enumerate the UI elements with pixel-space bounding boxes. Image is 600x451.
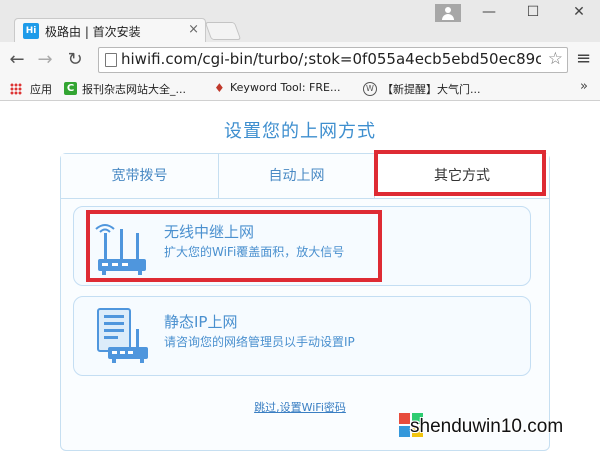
bookmark-apps[interactable]: 应用: [30, 81, 52, 97]
highlight-box-other-tab: [374, 150, 546, 196]
tab-pppoe[interactable]: 宽带拨号: [61, 154, 219, 198]
arrow-right-icon[interactable]: →: [34, 49, 56, 70]
page-icon: [105, 53, 117, 67]
bookmark-c-icon: C: [64, 82, 77, 95]
url-text[interactable]: hiwifi.com/cgi-bin/turbo/;stok=0f055a4ec…: [121, 50, 541, 68]
wordpress-icon: W: [363, 82, 377, 96]
close-window-icon[interactable]: ✕: [568, 4, 590, 20]
page-title: 设置您的上网方式: [224, 121, 376, 142]
browser-toolbar: ← → ↻ hiwifi.com/cgi-bin/turbo/;stok=0f0…: [0, 42, 600, 79]
tab-auto[interactable]: 自动上网: [219, 154, 375, 198]
option-description: 请咨询您的网络管理员以手动设置IP: [164, 335, 355, 349]
address-bar[interactable]: hiwifi.com/cgi-bin/turbo/;stok=0f055a4ec…: [98, 47, 568, 73]
browser-titlebar: Hi 极路由 | 首次安装 × — ☐ ✕: [0, 0, 600, 43]
bookmark-item[interactable]: 【新提醒】大气门...: [382, 81, 481, 97]
new-tab-button[interactable]: [204, 22, 242, 40]
watermark: shenduwin10.com: [398, 412, 598, 448]
apps-grid-icon[interactable]: [10, 83, 22, 95]
maximize-icon[interactable]: ☐: [522, 4, 544, 20]
bookmarks-more-button[interactable]: »: [580, 79, 588, 94]
bookmark-item[interactable]: Keyword Tool: FRE...: [230, 81, 340, 94]
bookmark-item[interactable]: 报刊杂志网站大全_...: [82, 81, 186, 97]
highlight-box-wireless-repeater: [86, 210, 382, 282]
browser-tab[interactable]: Hi 极路由 | 首次安装 ×: [14, 18, 206, 43]
arrow-left-icon[interactable]: ←: [6, 49, 28, 70]
option-title: 静态IP上网: [164, 313, 238, 331]
star-icon[interactable]: ☆: [548, 49, 563, 69]
watermark-text: shenduwin10.com: [410, 416, 564, 437]
profile-icon[interactable]: [435, 4, 461, 22]
static-ip-router-icon: [97, 308, 148, 363]
bookmark-flame-icon: ♦: [214, 81, 225, 95]
minimize-icon[interactable]: —: [478, 4, 500, 20]
bookmarks-bar: 应用 C 报刊杂志网站大全_... ♦ Keyword Tool: FRE...…: [0, 78, 600, 101]
tab-close-icon[interactable]: ×: [188, 22, 199, 37]
tab-title: 极路由 | 首次安装: [45, 25, 141, 39]
option-static-ip[interactable]: 静态IP上网 请咨询您的网络管理员以手动设置IP: [73, 296, 531, 376]
hiwifi-favicon-icon: Hi: [23, 23, 39, 39]
hamburger-menu-icon[interactable]: ≡: [576, 48, 591, 69]
reload-icon[interactable]: ↻: [64, 49, 86, 70]
